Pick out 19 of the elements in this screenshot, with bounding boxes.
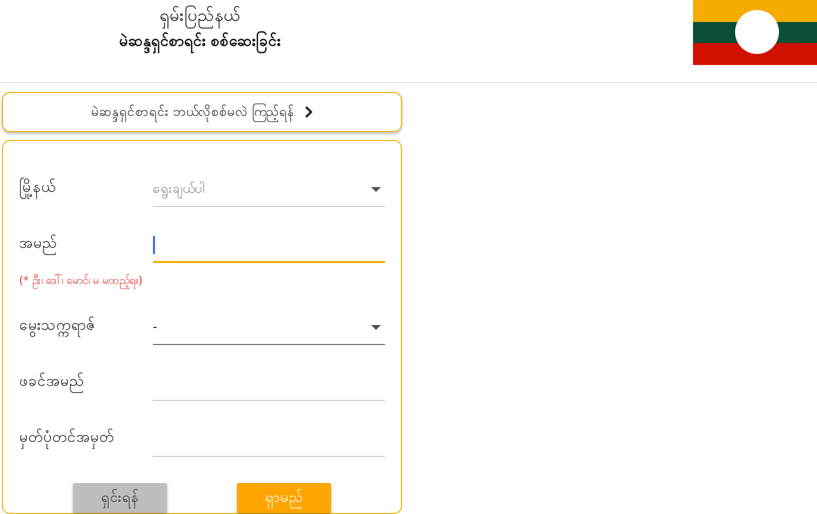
field-label: မြို့နယ် (19, 177, 153, 207)
dropdown-icon (371, 325, 381, 330)
text-cursor (152, 236, 155, 254)
field-label: မွေးသက္ကရာဇ် (19, 315, 153, 345)
chevron-right-icon (305, 106, 314, 118)
dropdown-field[interactable]: ရွေးချယ်ပါ (152, 173, 385, 207)
guide-link[interactable]: မဲဆန္ဒရှင်စာရင်း ဘယ်လိုစစ်မလဲ ကြည့်ရန် (2, 92, 402, 132)
field-hint: (* ဦး၊ ဒေါ်၊ မောင်၊ မ မထည့်ရ။) (19, 273, 144, 289)
app-title: ရှမ်းပြည်နယ် (160, 4, 240, 29)
field-label: အမည် (19, 233, 153, 263)
select-value: - (152, 320, 158, 335)
flag-icon (693, 0, 817, 65)
select-placeholder: ရွေးချယ်ပါ (152, 180, 206, 199)
dropdown-field[interactable]: - (152, 311, 385, 345)
page-subtitle: မဲဆန္ဒရှင်စာရင်း စစ်ဆေးခြင်း (118, 31, 282, 53)
dropdown-icon (371, 187, 381, 192)
field-label: မှတ်ပုံတင်အမှတ် (19, 427, 153, 457)
field-label: ဖခင်အမည် (19, 371, 153, 401)
clear-button[interactable]: ရှင်းရန် (73, 483, 167, 513)
